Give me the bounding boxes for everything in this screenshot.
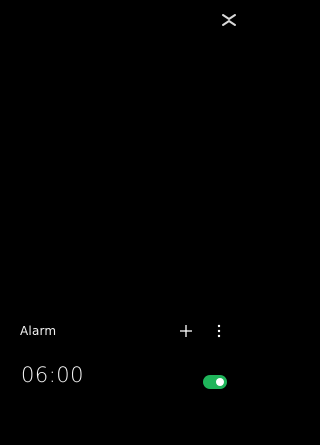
more-options-button[interactable] [213, 323, 225, 339]
capcut-logo-icon[interactable] [220, 12, 238, 28]
alarm-item[interactable]: 06:00 [20, 362, 232, 396]
add-alarm-button[interactable] [178, 323, 194, 339]
alarm-section-title: Alarm [20, 324, 57, 338]
alarm-toggle[interactable] [203, 375, 227, 389]
alarm-time: 06:00 [21, 363, 85, 387]
alarm-header: Alarm [20, 320, 232, 344]
vertical-ellipsis-icon [217, 324, 221, 338]
plus-icon [180, 325, 192, 337]
toggle-knob [216, 378, 224, 386]
